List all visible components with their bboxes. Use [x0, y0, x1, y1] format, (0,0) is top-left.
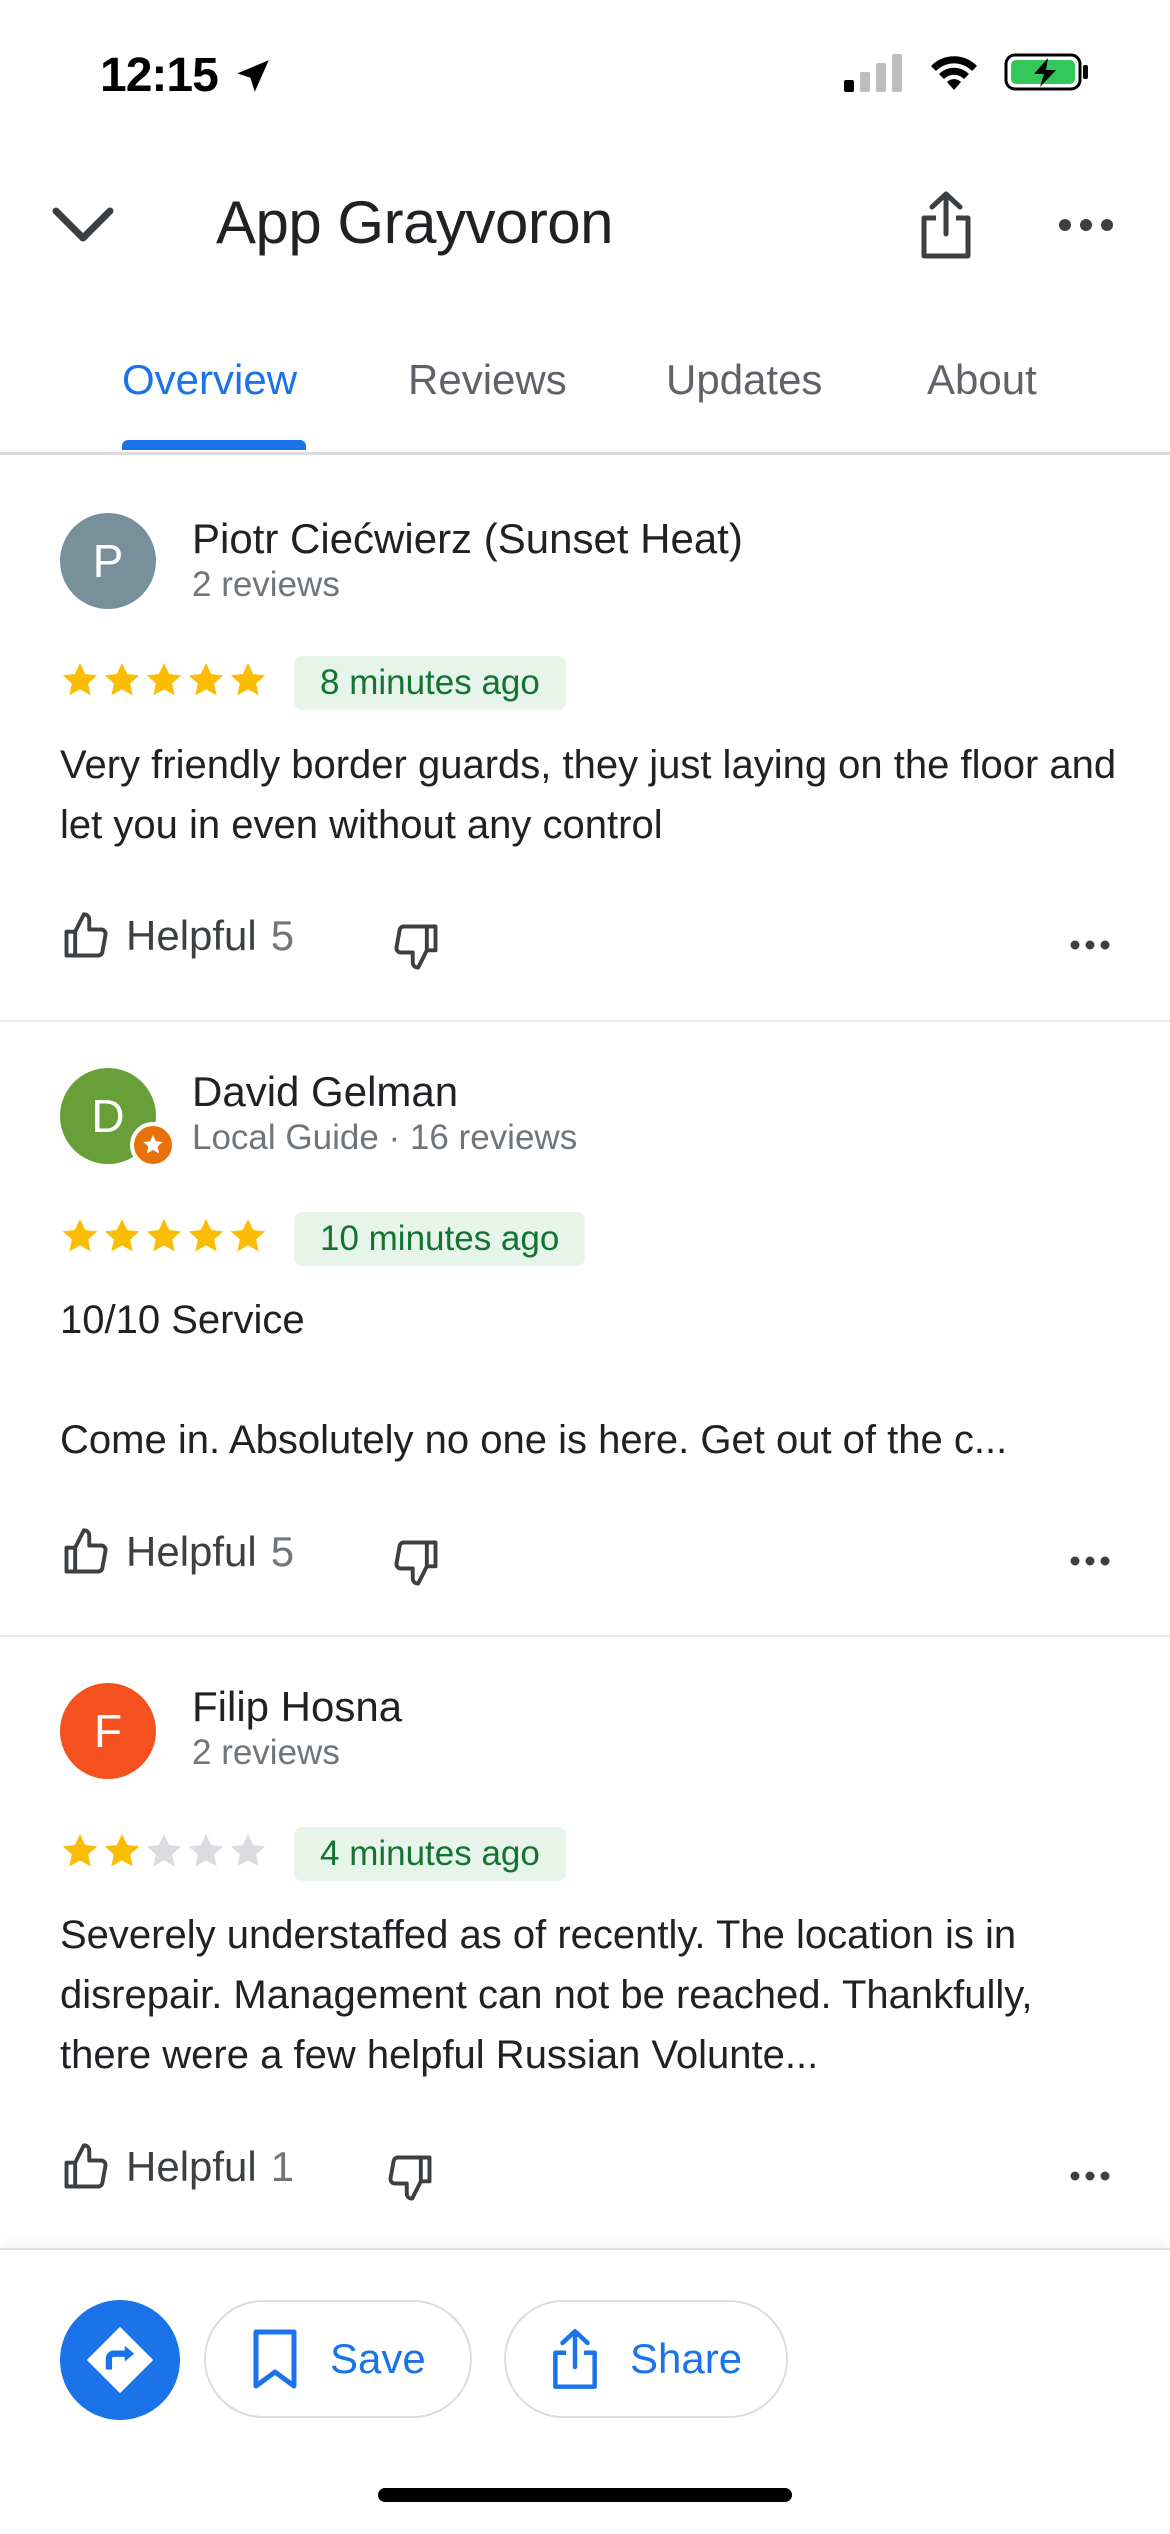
star-rating [60, 660, 268, 700]
more-options-button[interactable] [1050, 190, 1122, 260]
review-more-button[interactable] [1060, 1534, 1120, 1588]
star-filled-icon [230, 663, 266, 696]
tab-reviews[interactable]: Reviews [408, 356, 567, 404]
star-rating [60, 1216, 268, 1256]
tab-overview[interactable]: Overview [122, 356, 297, 404]
save-button[interactable]: Save [204, 2300, 472, 2418]
battery-charging-icon [1004, 53, 1088, 91]
tab-about[interactable]: About [927, 356, 1037, 404]
helpful-count: 1 [270, 2143, 295, 2190]
time-text: 12:15 [100, 49, 219, 102]
more-horizontal-icon [1070, 940, 1110, 950]
star-filled-icon [62, 1834, 98, 1867]
tab-updates[interactable]: Updates [666, 356, 822, 404]
share-button[interactable]: Share [504, 2300, 789, 2418]
status-icons [844, 52, 1090, 92]
avatar[interactable]: P [60, 513, 156, 609]
star-filled-icon [188, 663, 224, 696]
cellular-signal-icon [844, 54, 902, 92]
share-icon [921, 191, 971, 259]
status-time: 12:15 [100, 48, 274, 103]
review-actions: Helpful 1 [60, 2141, 1120, 2211]
star-filled-icon [104, 663, 140, 696]
chevron-down-icon [52, 207, 114, 242]
not-helpful-button[interactable] [386, 916, 446, 976]
review-text[interactable]: Severely understaffed as of recently. Th… [60, 1905, 1120, 2085]
star-filled-icon [230, 1219, 266, 1252]
status-bar: 12:15 [0, 0, 1170, 150]
review-card: P Piotr Ciećwierz (Sunset Heat) 2 review… [0, 455, 1170, 1022]
star-filled-icon [104, 1834, 140, 1867]
helpful-button[interactable]: Helpful 5 [60, 1526, 294, 1578]
review-more-button[interactable] [1060, 918, 1120, 972]
star-rating [60, 1831, 268, 1871]
share-label: Share [630, 2335, 743, 2382]
review-text[interactable]: Very friendly border guards, they just l… [60, 735, 1120, 855]
review-more-button[interactable] [1060, 2149, 1120, 2203]
more-horizontal-icon [1059, 219, 1113, 231]
helpful-count: 5 [270, 1528, 295, 1575]
helpful-label: Helpful [126, 1528, 257, 1575]
review-card: F Filip Hosna 2 reviews 4 minutes ago Se… [0, 1635, 1170, 2248]
star-badge-icon [143, 1135, 163, 1154]
location-arrow-icon [237, 59, 269, 92]
review-actions: Helpful 5 [60, 910, 1120, 980]
review-time: 10 minutes ago [294, 1212, 586, 1266]
star-filled-icon [188, 1219, 224, 1252]
bookmark-icon [253, 2329, 297, 2389]
more-horizontal-icon [1070, 1556, 1110, 1566]
page-title: App Grayvoron [216, 189, 614, 256]
review-actions: Helpful 5 [60, 1526, 1120, 1596]
more-horizontal-icon [1070, 2171, 1110, 2181]
not-helpful-button[interactable] [380, 2147, 440, 2207]
save-label: Save [330, 2335, 426, 2382]
star-filled-icon [62, 1219, 98, 1252]
star-filled-icon [146, 663, 182, 696]
thumbs-up-icon [64, 912, 108, 958]
review-time: 4 minutes ago [294, 1827, 566, 1881]
reviewer-name[interactable]: Piotr Ciećwierz (Sunset Heat) [192, 515, 743, 563]
share-button[interactable] [910, 184, 982, 266]
thumbs-down-icon [394, 924, 438, 970]
reviewer-meta: Local Guide · 16 reviews [192, 1118, 578, 1157]
thumbs-up-icon [64, 2143, 108, 2189]
not-helpful-button[interactable] [386, 1532, 446, 1592]
active-tab-indicator [122, 440, 306, 450]
helpful-label: Helpful [126, 2143, 257, 2190]
star-filled-icon [146, 1219, 182, 1252]
star-filled-icon [104, 1219, 140, 1252]
thumbs-down-icon [394, 1540, 438, 1586]
thumbs-up-icon [64, 1528, 108, 1574]
review-time: 8 minutes ago [294, 656, 566, 710]
thumbs-down-icon [388, 2155, 432, 2201]
home-indicator[interactable] [378, 2488, 792, 2502]
directions-button[interactable] [60, 2300, 180, 2420]
reviewer-meta: 2 reviews [192, 1733, 340, 1772]
reviewer-name[interactable]: Filip Hosna [192, 1683, 402, 1731]
helpful-button[interactable]: Helpful 5 [60, 910, 294, 962]
helpful-count: 5 [270, 912, 295, 959]
helpful-button[interactable]: Helpful 1 [60, 2141, 294, 2193]
avatar[interactable]: F [60, 1683, 156, 1779]
collapse-button[interactable] [48, 190, 118, 260]
directions-icon [86, 2326, 154, 2394]
share-icon [553, 2329, 597, 2389]
reviewer-name[interactable]: David Gelman [192, 1068, 458, 1116]
review-text[interactable]: 10/10 Service Come in. Absolutely no one… [60, 1290, 1120, 1470]
local-guide-badge [130, 1122, 176, 1168]
tab-bar: Overview Reviews Updates About [0, 330, 1170, 455]
star-empty-icon [188, 1834, 224, 1867]
reviewer-meta: 2 reviews [192, 565, 340, 604]
helpful-label: Helpful [126, 912, 257, 959]
star-empty-icon [230, 1834, 266, 1867]
review-card: D David Gelman Local Guide · 16 reviews … [0, 1020, 1170, 1637]
star-empty-icon [146, 1834, 182, 1867]
wifi-icon [931, 56, 977, 90]
top-app-bar: App Grayvoron [0, 160, 1170, 290]
star-filled-icon [62, 663, 98, 696]
